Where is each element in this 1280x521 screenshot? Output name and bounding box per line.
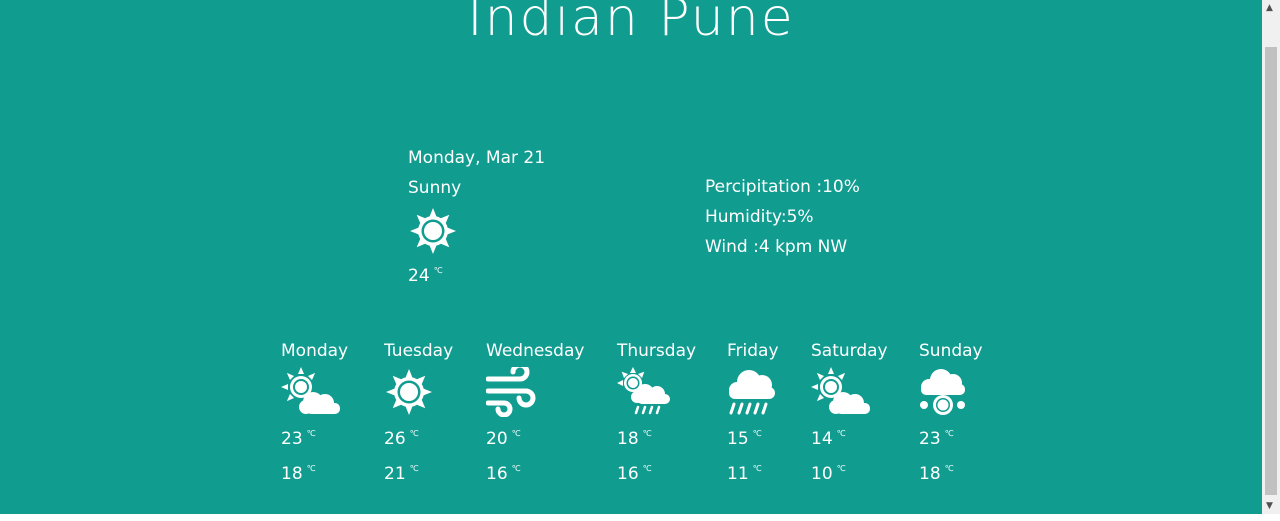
forecast-high: 14 ℃	[811, 429, 846, 449]
partly-cloudy-icon	[281, 367, 341, 417]
forecast-high: 20 ℃	[486, 429, 521, 449]
city-title: Indian Pune	[467, 0, 795, 48]
forecast-day-name: Saturday	[811, 341, 888, 361]
forecast-day: Monday 23 ℃ 18 ℃	[281, 339, 391, 485]
forecast-day: Thursday 18 ℃ 16 ℃	[617, 339, 727, 485]
partly-cloudy-icon	[811, 367, 871, 417]
weather-app: Indian Pune Monday, Mar 21 Sunny 24 ℃ Pe…	[0, 0, 1262, 514]
forecast-day: Tuesday 26 ℃ 21 ℃	[384, 339, 494, 485]
today-temp: 24 ℃	[408, 266, 443, 286]
forecast-high: 18 ℃	[617, 429, 652, 449]
today-date: Monday, Mar 21	[408, 148, 546, 168]
forecast-day: Wednesday 20 ℃ 16 ℃	[486, 339, 596, 485]
forecast-day: Saturday 14 ℃ 10 ℃	[811, 339, 921, 485]
scroll-down-arrow-icon[interactable]: ▼	[1266, 501, 1273, 511]
forecast-low: 16 ℃	[486, 464, 521, 484]
humidity-text: Humidity:5%	[705, 207, 814, 227]
rain-icon	[727, 367, 787, 417]
precipitation-text: Percipitation :10%	[705, 177, 860, 197]
forecast-day-name: Wednesday	[486, 341, 585, 361]
forecast-high: 23 ℃	[919, 429, 954, 449]
forecast-high: 26 ℃	[384, 429, 419, 449]
wind-icon	[486, 367, 546, 417]
forecast-day-name: Monday	[281, 341, 349, 361]
forecast-day: Sunday 23 ℃ 18 ℃	[919, 339, 1029, 485]
sun-icon	[408, 206, 458, 256]
forecast-day-name: Thursday	[617, 341, 697, 361]
vertical-scrollbar[interactable]: ▲ ▼	[1262, 0, 1280, 514]
sun-rain-icon	[617, 367, 677, 417]
forecast-low: 16 ℃	[617, 464, 652, 484]
forecast-low: 10 ℃	[811, 464, 846, 484]
sun-icon	[384, 367, 444, 417]
today-panel: Monday, Mar 21 Sunny 24 ℃	[408, 146, 668, 287]
forecast-low: 21 ℃	[384, 464, 419, 484]
details-panel: Percipitation :10% Humidity:5% Wind :4 k…	[705, 172, 965, 262]
forecast-row: Monday 23 ℃ 18 ℃ Tuesday 26 ℃ 21 ℃ Wedne…	[0, 339, 1262, 489]
scroll-thumb[interactable]	[1265, 47, 1277, 495]
forecast-high: 23 ℃	[281, 429, 316, 449]
forecast-low: 18 ℃	[919, 464, 954, 484]
today-condition: Sunny	[408, 178, 462, 198]
scroll-up-arrow-icon[interactable]: ▲	[1266, 3, 1273, 13]
snow-cloud-icon	[919, 367, 979, 417]
wind-text: Wind :4 kpm NW	[705, 237, 848, 257]
forecast-low: 18 ℃	[281, 464, 316, 484]
forecast-day-name: Sunday	[919, 341, 983, 361]
forecast-day-name: Tuesday	[384, 341, 454, 361]
bottom-strip	[0, 514, 1280, 521]
